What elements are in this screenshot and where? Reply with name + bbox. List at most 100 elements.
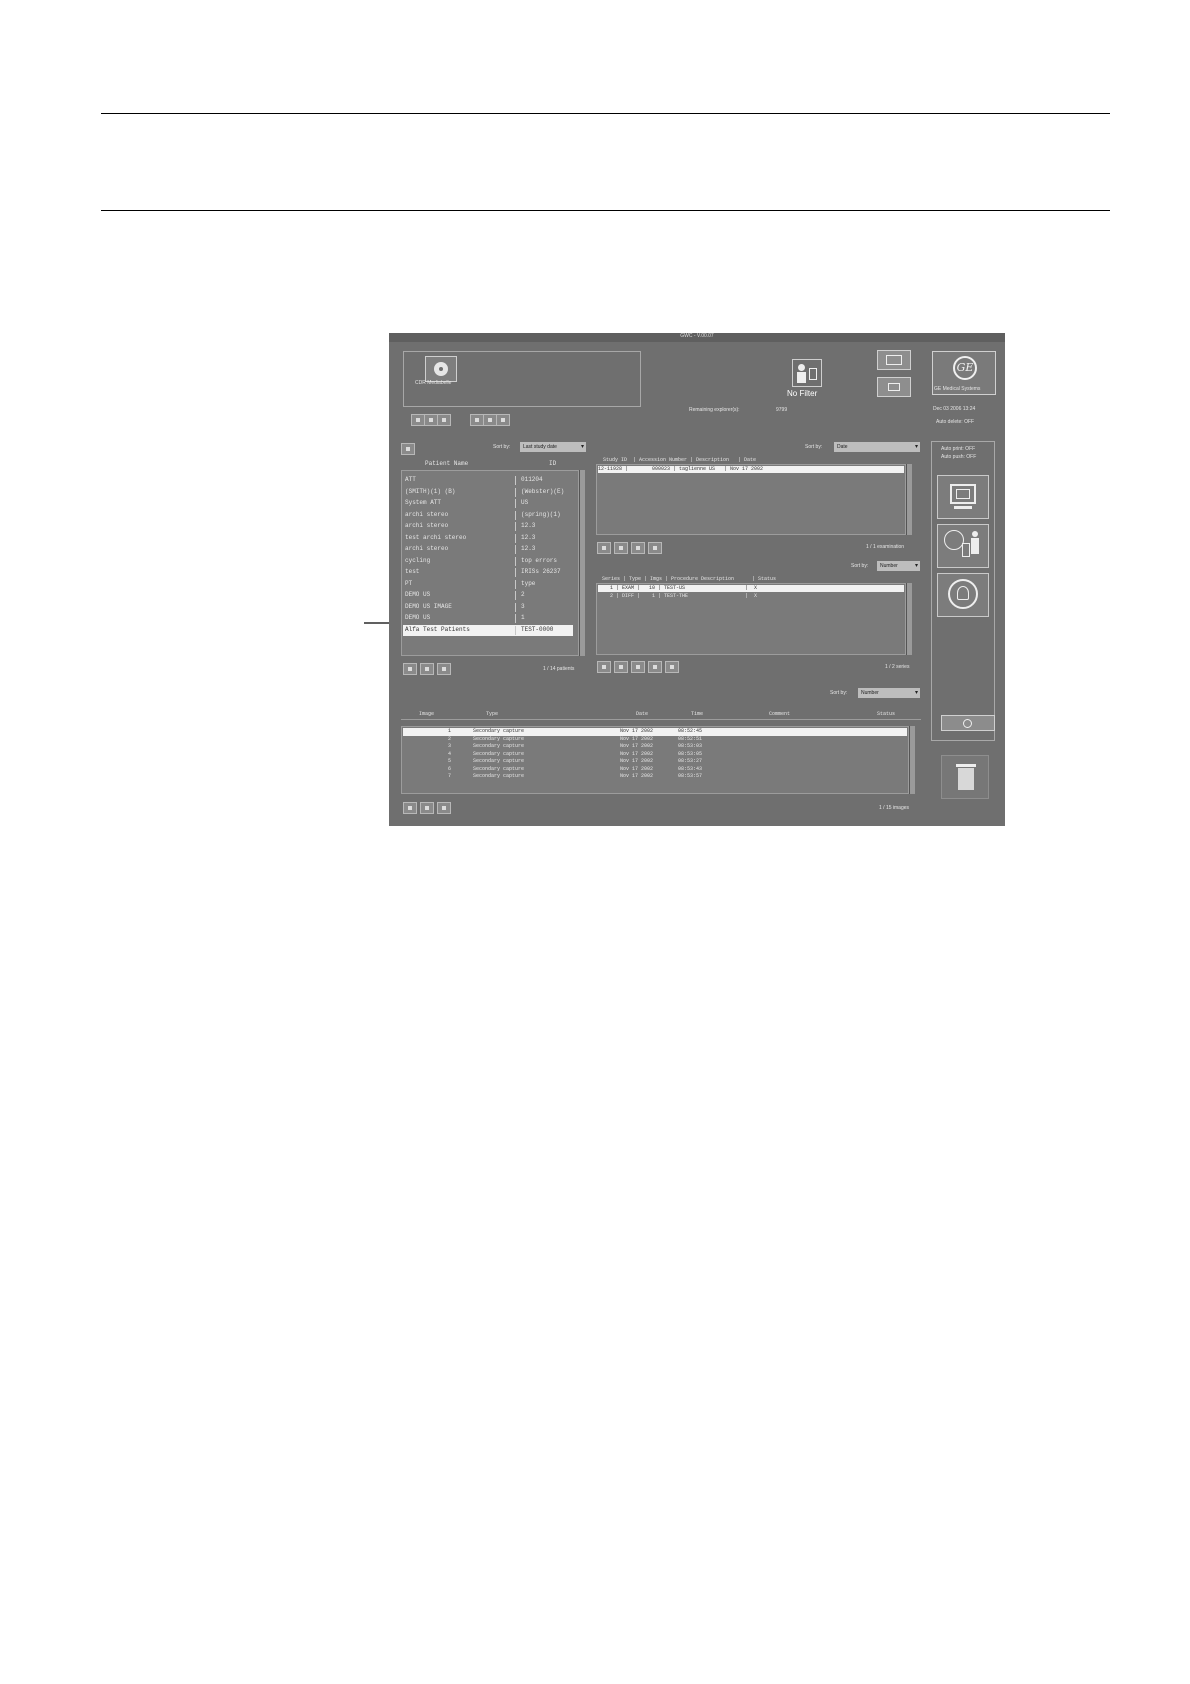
- patients-col-name[interactable]: Patient Name: [425, 460, 468, 469]
- images-search-button[interactable]: [437, 802, 451, 814]
- datetime: Dec 03 2006 13:24: [933, 406, 976, 412]
- patient-row[interactable]: DEMO US 1: [403, 613, 573, 625]
- media-button-6[interactable]: [496, 414, 510, 426]
- patient-row[interactable]: ATT 011204: [403, 475, 573, 487]
- exams-edit-button[interactable]: [631, 542, 645, 554]
- image-type: Secondary capture: [473, 750, 525, 757]
- patient-row[interactable]: Alfa Test Patients TEST-0000: [403, 624, 573, 636]
- series-scrollbar[interactable]: [906, 583, 912, 655]
- exams-scrollbar[interactable]: [906, 464, 912, 535]
- image-image: 1: [447, 728, 451, 734]
- trash-icon[interactable]: [941, 755, 989, 799]
- media-button-2[interactable]: [424, 414, 438, 426]
- card-button[interactable]: [877, 350, 911, 370]
- image-row[interactable]: 4 Secondary capture Nov 17 2002 08:53:05: [403, 751, 907, 759]
- images-col-status[interactable]: Status: [877, 710, 895, 719]
- series-row[interactable]: 2 | DIFF | 1 | TEST-THE | X: [598, 593, 904, 600]
- exam-row[interactable]: 12-11928 | 000023 | taglienne US | Nov 1…: [598, 466, 904, 473]
- network-button[interactable]: [877, 377, 911, 397]
- patients-sort-select[interactable]: Last study date: [520, 442, 586, 452]
- patient-row[interactable]: archi stereo 12.3: [403, 544, 573, 556]
- exams-delete-button[interactable]: [614, 542, 628, 554]
- image-row[interactable]: 3 Secondary capture Nov 17 2002 08:53:03: [403, 743, 907, 751]
- images-col-comment[interactable]: Comment: [769, 710, 790, 719]
- image-date: Nov 17 2002: [620, 750, 654, 757]
- patients-toggle[interactable]: [401, 443, 415, 455]
- patient-id: 12.3: [521, 533, 536, 541]
- images-scrollbar[interactable]: [909, 726, 915, 794]
- images-list[interactable]: 1 Secondary capture Nov 17 2002 08:52:45 2 Se…: [401, 726, 909, 794]
- patient-row[interactable]: (SMITH)(1) (B) (Webster)(E): [403, 487, 573, 499]
- image-time: 08:53:05: [678, 750, 703, 757]
- series-button-2[interactable]: [614, 661, 628, 673]
- series-row[interactable]: 1 | EXAM | 10 | TEST-US | X: [598, 585, 904, 592]
- patient-row[interactable]: test archi stereo 12.3: [403, 533, 573, 545]
- patient-row[interactable]: cycling top errors: [403, 556, 573, 568]
- patients-list[interactable]: ATT 011204 (SMITH)(1) (B) (Webster)(E) Syste…: [401, 470, 579, 656]
- no-filter-label[interactable]: No Filter: [787, 389, 817, 398]
- patients-edit-button[interactable]: [420, 663, 434, 675]
- patients-search-button[interactable]: [437, 663, 451, 675]
- series-search-button[interactable]: [665, 661, 679, 673]
- image-row[interactable]: 7 Secondary capture Nov 17 2002 08:53:57: [403, 773, 907, 781]
- image-time: 08:53:03: [678, 743, 703, 749]
- patients-delete-button[interactable]: [403, 663, 417, 675]
- series-sort-select[interactable]: Number: [877, 561, 920, 571]
- patient-row[interactable]: archi stereo 12.3: [403, 521, 573, 533]
- patients-scrollbar[interactable]: [579, 470, 585, 656]
- column-separator: [515, 568, 516, 577]
- patients-sort-label: Sort by:: [493, 444, 511, 450]
- image-row[interactable]: 2 Secondary capture Nov 17 2002 08:52:51: [403, 736, 907, 744]
- image-row[interactable]: 5 Secondary capture Nov 17 2002 08:53:27: [403, 758, 907, 766]
- images-col-date[interactable]: Date: [636, 710, 648, 719]
- patient-record-icon[interactable]: [937, 573, 989, 617]
- column-separator: [515, 522, 516, 531]
- patient-row[interactable]: PT type: [403, 579, 573, 591]
- disc-button[interactable]: [941, 715, 995, 731]
- images-sort-select[interactable]: Number: [858, 688, 920, 698]
- exams-list[interactable]: 12-11928 | 000023 | taglienne US | Nov 1…: [596, 464, 906, 535]
- images-edit-button[interactable]: [420, 802, 434, 814]
- patient-id: 12.3: [521, 545, 536, 552]
- column-separator: [515, 591, 516, 600]
- image-time: 08:53:43: [678, 765, 703, 772]
- auto-push: Auto push: OFF: [941, 454, 977, 460]
- patient-name: DEMO US: [405, 614, 431, 621]
- patient-id: (spring)(1): [521, 510, 561, 518]
- media-button-1[interactable]: [411, 414, 425, 426]
- exams-open-button[interactable]: [597, 542, 611, 554]
- images-delete-button[interactable]: [403, 802, 417, 814]
- image-type: Secondary capture: [473, 743, 525, 749]
- remaining-label: Remaining explorer(s):: [689, 407, 740, 413]
- images-col-type[interactable]: Type: [486, 710, 498, 719]
- image-row[interactable]: 1 Secondary capture Nov 17 2002 08:52:45: [403, 728, 907, 736]
- images-col-time[interactable]: Time: [691, 710, 703, 719]
- image-image: 5: [447, 758, 451, 764]
- series-button-1[interactable]: [597, 661, 611, 673]
- exams-sort-select[interactable]: Date: [834, 442, 920, 452]
- patient-row[interactable]: archi stereo (spring)(1): [403, 510, 573, 522]
- media-button-4[interactable]: [470, 414, 484, 426]
- patients-col-id[interactable]: ID: [549, 460, 556, 469]
- images-count: 1 / 15 images: [879, 805, 910, 811]
- patient-row[interactable]: DEMO US IMAGE 3: [403, 602, 573, 614]
- series-list[interactable]: 1 | EXAM | 10 | TEST-US | X 2 | DIFF | 1…: [596, 583, 906, 655]
- patient-id: US: [521, 499, 529, 506]
- monitor-icon[interactable]: [937, 475, 989, 519]
- images-col-image[interactable]: Image: [419, 710, 434, 719]
- media-button-3[interactable]: [437, 414, 451, 426]
- patient-row[interactable]: DEMO US 2: [403, 590, 573, 602]
- series-delete-button[interactable]: [631, 661, 645, 673]
- patient-filter-icon[interactable]: [792, 359, 822, 387]
- network-transfer-icon[interactable]: [937, 524, 989, 568]
- cd-icon[interactable]: [425, 356, 457, 382]
- image-row[interactable]: 6 Secondary capture Nov 17 2002 08:53:43: [403, 766, 907, 774]
- media-button-5[interactable]: [483, 414, 497, 426]
- patients-rows: ATT 011204 (SMITH)(1) (B) (Webster)(E) Syste…: [403, 475, 573, 636]
- patient-row[interactable]: System ATT US: [403, 498, 573, 510]
- patient-name: cycling: [405, 556, 431, 564]
- exams-count: 1 / 1 examination: [866, 544, 905, 550]
- series-edit-button[interactable]: [648, 661, 662, 673]
- patient-row[interactable]: test IRISs 26237: [403, 567, 573, 579]
- exams-search-button[interactable]: [648, 542, 662, 554]
